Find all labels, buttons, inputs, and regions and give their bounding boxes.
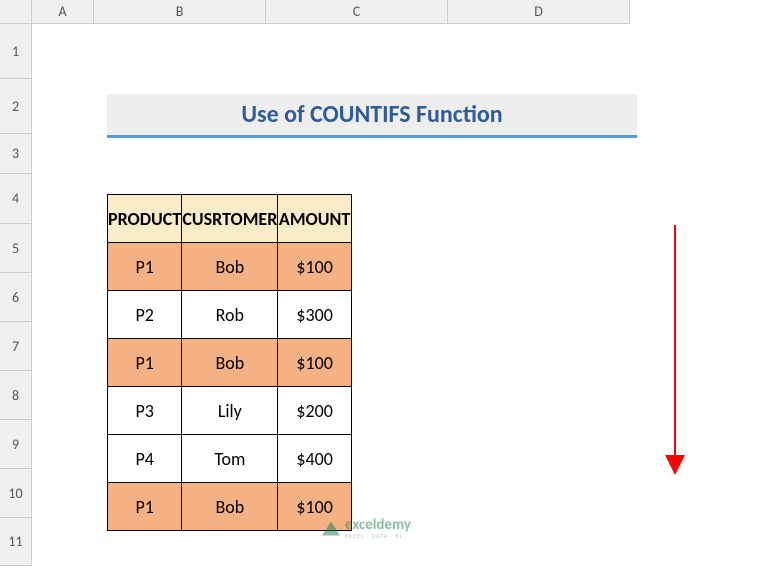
cell-amount[interactable]: $400	[278, 435, 352, 483]
col-header-a[interactable]: A	[32, 0, 94, 24]
row-header-11[interactable]: 11	[0, 518, 32, 566]
arrow-head-icon	[665, 455, 685, 475]
header-product[interactable]: PRODUCT	[108, 195, 182, 243]
row-header-5[interactable]: 5	[0, 224, 32, 273]
row-header-9[interactable]: 9	[0, 420, 32, 469]
col-header-d[interactable]: D	[448, 0, 630, 24]
header-customer[interactable]: CUSRTOMER	[182, 195, 278, 243]
table-row: P2Rob$300	[108, 291, 352, 339]
cell-customer[interactable]: Bob	[182, 483, 278, 531]
down-arrow	[655, 225, 695, 475]
watermark-main: exceldemy	[345, 518, 411, 533]
cell-amount[interactable]: $200	[278, 387, 352, 435]
currency-symbol: $	[296, 448, 305, 470]
header-amount[interactable]: AMOUNT	[278, 195, 352, 243]
table-row: P4Tom$400	[108, 435, 352, 483]
row-header-2[interactable]: 2	[0, 79, 32, 134]
cell-product[interactable]: P1	[108, 243, 182, 291]
cell-amount[interactable]: $300	[278, 291, 352, 339]
currency-symbol: $	[296, 304, 305, 326]
cell-customer[interactable]: Lily	[182, 387, 278, 435]
spreadsheet: A B C D 1 2 3 4 5 6 7 8 9 10 11 Use of C…	[0, 0, 768, 583]
table-row: P3Lily$200	[108, 387, 352, 435]
amount-value: 100	[305, 352, 332, 374]
cell-customer[interactable]: Bob	[182, 339, 278, 387]
table-row: P1Bob$100	[108, 339, 352, 387]
col-header-b[interactable]: B	[94, 0, 266, 24]
table-row: P1Bob $100	[108, 483, 352, 531]
amount-value: 300	[305, 304, 332, 326]
currency-symbol: $	[296, 352, 305, 374]
currency-symbol: $	[296, 256, 305, 278]
row-headers: 1 2 3 4 5 6 7 8 9 10 11	[0, 24, 32, 566]
amount-value: 100	[305, 256, 332, 278]
cell-customer[interactable]: Bob	[182, 243, 278, 291]
amount-value: 100	[305, 496, 332, 518]
row-header-6[interactable]: 6	[0, 273, 32, 322]
watermark: exceldemy EXCEL · DATA · BI	[322, 518, 411, 539]
row-header-1[interactable]: 1	[0, 24, 32, 79]
cell-amount[interactable]: $100	[278, 339, 352, 387]
watermark-icon	[322, 522, 340, 536]
row-header-10[interactable]: 10	[0, 469, 32, 518]
arrow-line	[674, 225, 676, 455]
col-header-c[interactable]: C	[266, 0, 448, 24]
amount-value: 200	[305, 400, 332, 422]
table-row: P1Bob$100	[108, 243, 352, 291]
corner-spacer	[0, 0, 32, 24]
cell-product[interactable]: P1	[108, 483, 182, 531]
cell-amount[interactable]: $100	[278, 243, 352, 291]
cell-customer[interactable]: Rob	[182, 291, 278, 339]
page-title[interactable]: Use of COUNTIFS Function	[107, 94, 637, 138]
cell-product[interactable]: P3	[108, 387, 182, 435]
watermark-sub: EXCEL · DATA · BI	[345, 533, 411, 539]
data-table: PRODUCT CUSRTOMER AMOUNT P1Bob$100P2Rob$…	[107, 194, 352, 531]
column-headers: A B C D	[0, 0, 630, 24]
cell-product[interactable]: P1	[108, 339, 182, 387]
row-header-4[interactable]: 4	[0, 174, 32, 224]
cell-product[interactable]: P4	[108, 435, 182, 483]
row-header-3[interactable]: 3	[0, 134, 32, 174]
watermark-text: exceldemy EXCEL · DATA · BI	[345, 518, 411, 539]
row-header-7[interactable]: 7	[0, 322, 32, 371]
table-header-row: PRODUCT CUSRTOMER AMOUNT	[108, 195, 352, 243]
cell-product[interactable]: P2	[108, 291, 182, 339]
cell-customer[interactable]: Tom	[182, 435, 278, 483]
amount-value: 400	[305, 448, 332, 470]
currency-symbol: $	[296, 496, 305, 518]
currency-symbol: $	[296, 400, 305, 422]
row-header-8[interactable]: 8	[0, 371, 32, 420]
